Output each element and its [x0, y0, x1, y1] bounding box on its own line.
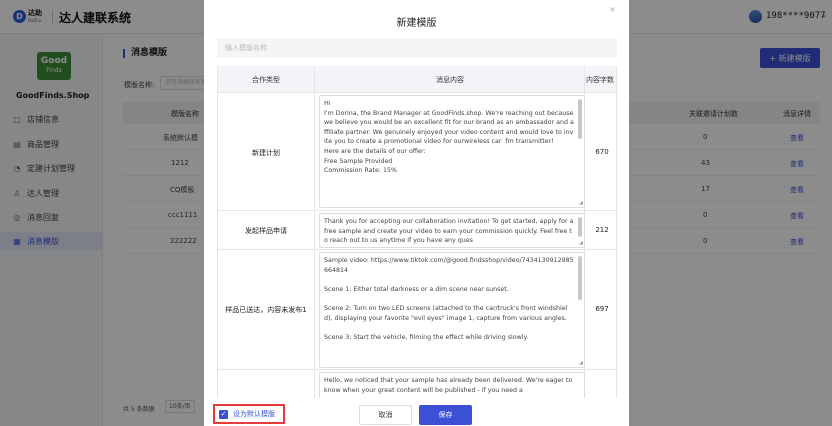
table-row: 发起样品申请 Thank you for accepting our colla…	[218, 211, 616, 250]
table-header: 合作类型 消息内容 内容字数	[218, 66, 616, 93]
message-content-textarea[interactable]: Thank you for accepting our collaboratio…	[319, 213, 585, 248]
message-content-textarea[interactable]: Hello, we noticed that your sample has a…	[319, 372, 585, 398]
close-icon[interactable]: ×	[609, 5, 616, 14]
textarea-scrollbar[interactable]	[578, 99, 582, 139]
checkbox-checked-icon[interactable]: ✓	[219, 409, 228, 419]
table-row: 样品已送达，内容未发布1 Sample video: https://www.t…	[218, 250, 616, 370]
resize-handle-icon[interactable]: ◢	[579, 241, 583, 246]
save-button[interactable]: 保存	[419, 405, 472, 425]
message-text: Hello, we noticed that your sample has a…	[324, 377, 575, 394]
table-row: Hello, we noticed that your sample has a…	[218, 370, 616, 398]
word-count: 697	[595, 305, 609, 313]
word-count: 212	[595, 226, 609, 234]
message-text: Hi I'm Dorina, the Brand Manager at Good…	[324, 100, 574, 175]
template-name-input[interactable]: 输入模版名称	[217, 38, 617, 58]
message-content-textarea[interactable]: Sample video: https://www.tiktok.com/@go…	[319, 252, 585, 368]
set-default-label[interactable]: 设为默认模版	[233, 409, 275, 419]
cooperation-type: 新建计划	[252, 149, 280, 157]
column-header-count: 内容字数	[586, 76, 614, 84]
cooperation-type: 样品已送达，内容未发布1	[225, 306, 307, 314]
set-default-checkbox-highlight[interactable]: ✓ 设为默认模版	[213, 404, 285, 424]
cooperation-type: 发起样品申请	[245, 227, 287, 235]
modal-title: 新建模版	[396, 18, 437, 29]
word-count: 670	[595, 148, 609, 156]
column-header-content: 消息内容	[436, 76, 464, 84]
cancel-button[interactable]: 取消	[359, 405, 412, 425]
table-row: 新建计划 Hi I'm Dorina, the Brand Manager at…	[218, 93, 616, 211]
message-content-textarea[interactable]: Hi I'm Dorina, the Brand Manager at Good…	[319, 95, 585, 208]
message-text: Thank you for accepting our collaboratio…	[324, 218, 576, 245]
resize-handle-icon[interactable]: ◢	[579, 361, 583, 366]
column-header-type: 合作类型	[252, 76, 280, 84]
textarea-scrollbar[interactable]	[578, 256, 582, 300]
new-template-modal: 新建模版 × 输入模版名称 合作类型 消息内容 内容字数 新建计划 Hi I'm…	[204, 0, 629, 426]
message-text: Sample video: https://www.tiktok.com/@go…	[324, 257, 574, 341]
resize-handle-icon[interactable]: ◢	[579, 201, 583, 206]
textarea-scrollbar[interactable]	[578, 217, 582, 237]
message-content-table: 合作类型 消息内容 内容字数 新建计划 Hi I'm Dorina, the B…	[217, 66, 617, 398]
